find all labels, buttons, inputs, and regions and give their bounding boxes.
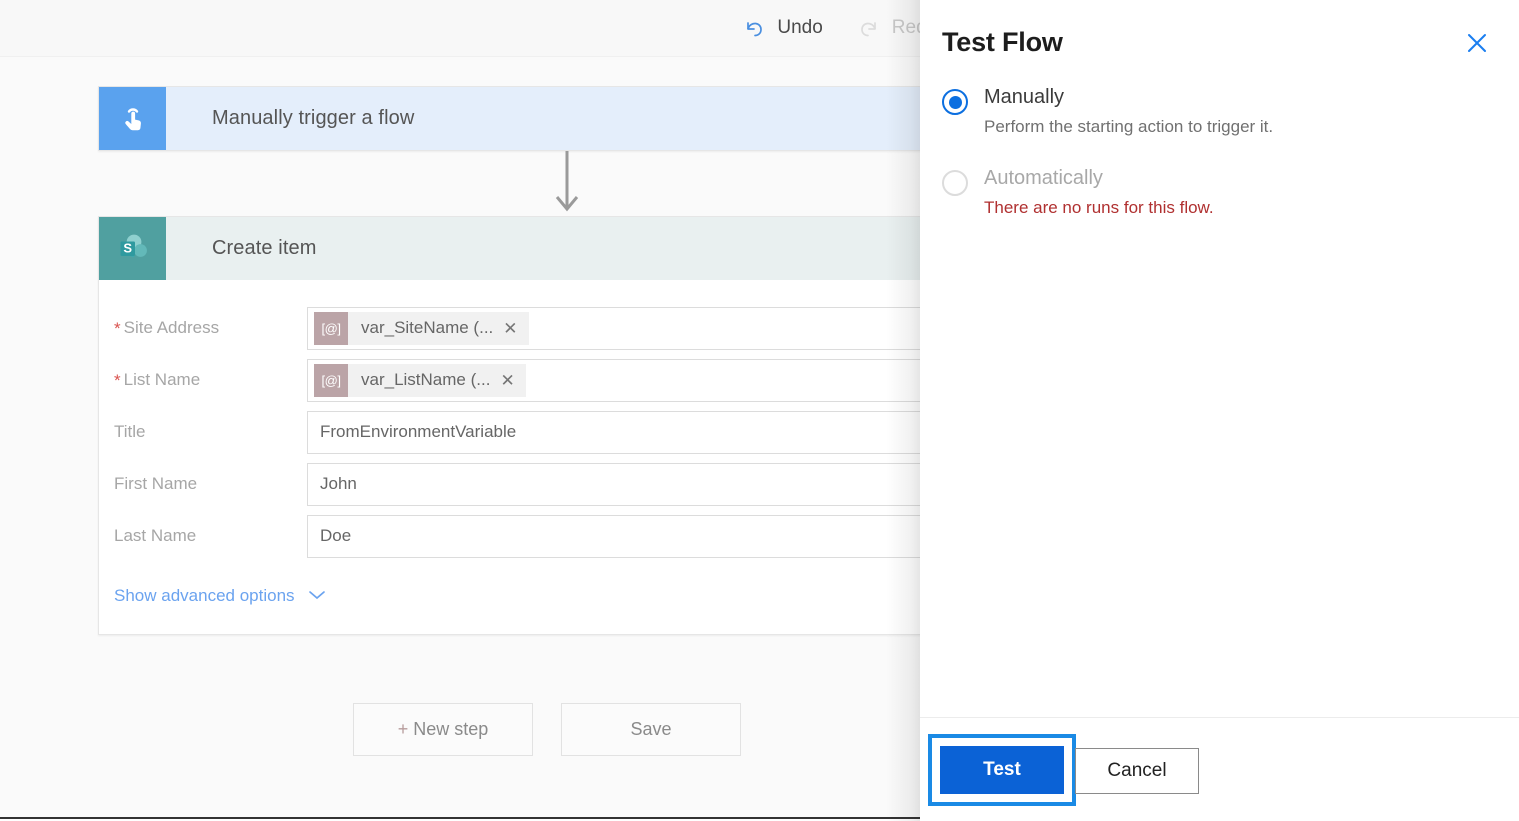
save-button[interactable]: Save bbox=[561, 703, 741, 756]
chevron-down-icon bbox=[307, 586, 327, 606]
undo-label: Undo bbox=[777, 17, 823, 38]
field-label-last-name: Last Name bbox=[114, 526, 197, 545]
new-step-label: New step bbox=[413, 719, 489, 739]
undo-button[interactable]: Undo bbox=[742, 16, 823, 40]
option-automatically: Automatically There are no runs for this… bbox=[942, 167, 1499, 218]
tap-hand-icon bbox=[99, 87, 166, 150]
test-button[interactable]: Test bbox=[940, 746, 1064, 794]
down-arrow-icon bbox=[555, 151, 579, 212]
panel-footer: Test Cancel bbox=[920, 717, 1519, 821]
action-card-title: Create item bbox=[212, 237, 317, 259]
field-label-list-name: * List Name bbox=[114, 370, 201, 390]
token-label: var_ListName (... bbox=[361, 370, 491, 389]
token-chip[interactable]: [@] var_ListName (... ✕ bbox=[314, 363, 526, 397]
option-manually-description: Perform the starting action to trigger i… bbox=[984, 117, 1274, 136]
plus-icon: + bbox=[397, 719, 409, 739]
token-at-icon: [@] bbox=[314, 311, 348, 345]
cancel-button[interactable]: Cancel bbox=[1075, 748, 1199, 794]
token-at-icon: [@] bbox=[314, 363, 348, 397]
token-chip[interactable]: [@] var_SiteName (... ✕ bbox=[314, 311, 529, 345]
test-flow-panel: Test Flow Manually Perform the starting … bbox=[920, 0, 1519, 821]
show-advanced-options-link[interactable]: Show advanced options bbox=[114, 586, 327, 606]
new-step-button[interactable]: + New step bbox=[353, 703, 533, 756]
close-icon[interactable] bbox=[1461, 27, 1493, 59]
panel-title: Test Flow bbox=[942, 27, 1063, 57]
trigger-card-title: Manually trigger a flow bbox=[212, 107, 415, 129]
close-small-icon[interactable]: ✕ bbox=[503, 320, 528, 337]
test-button-focus-ring: Test bbox=[928, 734, 1076, 806]
field-label-title: Title bbox=[114, 422, 146, 441]
flow-bottom-actions: + New step Save bbox=[353, 703, 741, 756]
radio-manually[interactable] bbox=[942, 89, 968, 115]
undo-arrow-icon bbox=[742, 16, 766, 40]
save-label: Save bbox=[630, 719, 672, 739]
advanced-options-label: Show advanced options bbox=[114, 586, 295, 605]
required-indicator: * bbox=[114, 370, 121, 390]
svg-text:S: S bbox=[123, 240, 132, 255]
sharepoint-icon: S bbox=[99, 217, 166, 280]
token-label: var_SiteName (... bbox=[361, 318, 494, 337]
option-automatically-description: There are no runs for this flow. bbox=[984, 198, 1214, 217]
field-label-site-address: * Site Address bbox=[114, 318, 220, 338]
test-flow-options: Manually Perform the starting action to … bbox=[942, 86, 1499, 218]
option-automatically-label: Automatically bbox=[984, 167, 1103, 189]
redo-arrow-icon bbox=[857, 16, 881, 40]
option-manually-label: Manually bbox=[984, 86, 1065, 108]
radio-automatically bbox=[942, 170, 968, 196]
redo-button: Red bbox=[857, 16, 927, 40]
option-manually[interactable]: Manually Perform the starting action to … bbox=[942, 86, 1499, 137]
field-label-first-name: First Name bbox=[114, 474, 198, 493]
required-indicator: * bbox=[114, 318, 121, 338]
close-small-icon[interactable]: ✕ bbox=[500, 372, 525, 389]
